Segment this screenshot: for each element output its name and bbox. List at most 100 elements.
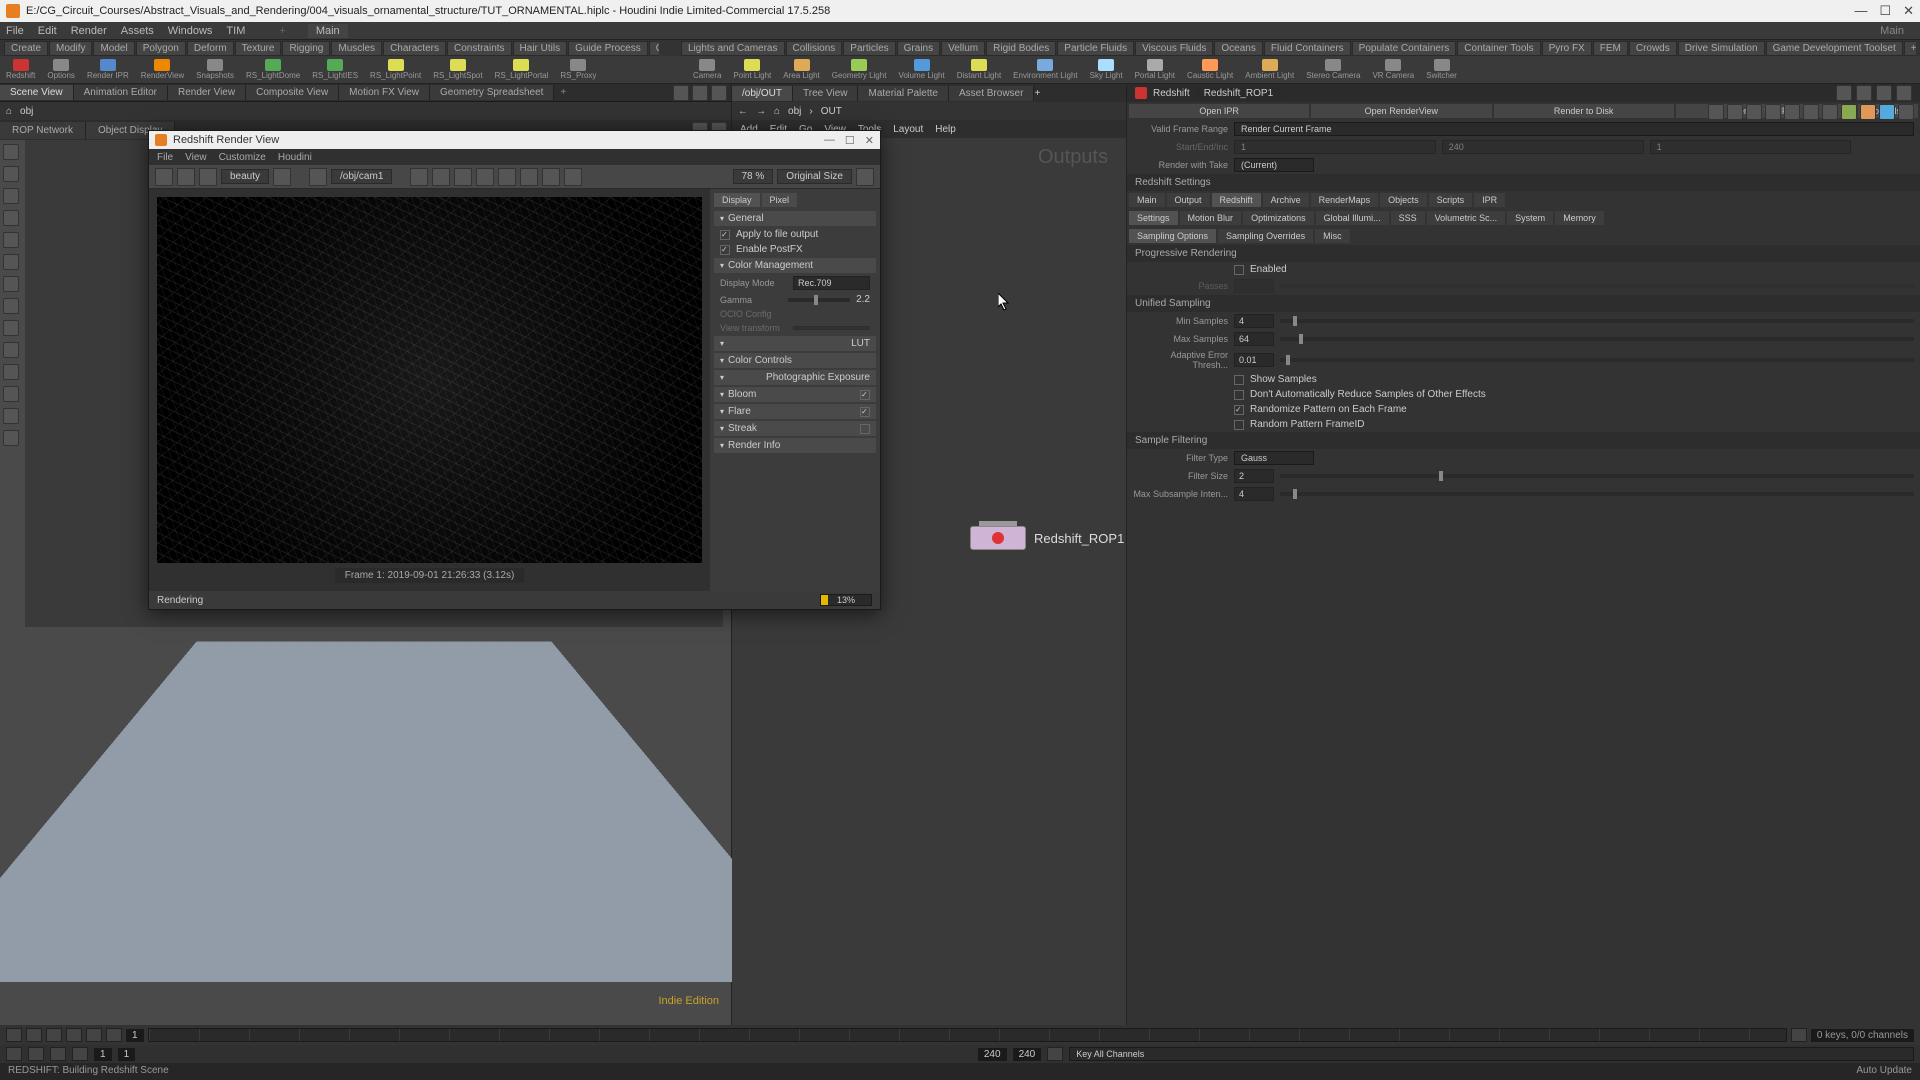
add-pane-tab[interactable]: + — [554, 85, 572, 100]
rv-lock-icon[interactable] — [309, 168, 327, 186]
shelf-tool[interactable]: Sky Light — [1090, 59, 1123, 80]
param-subtab2[interactable]: Sampling Options — [1129, 229, 1216, 243]
rv-tool-icon[interactable] — [542, 168, 560, 186]
shelf-tool[interactable]: Environment Light — [1013, 59, 1077, 80]
streak-section[interactable]: Streak — [714, 421, 876, 436]
shelf-tool[interactable]: RS_LightPoint — [370, 59, 421, 80]
vp-tool-icon[interactable] — [3, 364, 19, 380]
rv-menu[interactable]: View — [185, 152, 207, 163]
filter-size-input[interactable] — [1234, 469, 1274, 483]
rv-side-tab[interactable]: Display — [714, 193, 760, 207]
menu-tim[interactable]: TIM — [226, 25, 245, 37]
rv-refresh-icon[interactable] — [199, 168, 217, 186]
auto-update-toggle[interactable]: Auto Update — [1856, 1065, 1912, 1078]
shelf-tool[interactable]: Camera — [693, 59, 721, 80]
param-subtab2[interactable]: Sampling Overrides — [1218, 229, 1313, 243]
shelf-tab[interactable]: Constraints — [447, 41, 512, 56]
menu-file[interactable]: File — [6, 25, 24, 37]
vp-tool-icon[interactable] — [3, 254, 19, 270]
shelf-tab[interactable]: Modify — [49, 41, 92, 56]
param-subtab[interactable]: System — [1507, 211, 1553, 225]
first-frame-icon[interactable] — [6, 1028, 22, 1042]
vp-tool-icon[interactable] — [3, 386, 19, 402]
param-tab[interactable]: Main — [1129, 193, 1165, 207]
param-subtab[interactable]: Settings — [1129, 211, 1178, 225]
rv-menu[interactable]: File — [157, 152, 173, 163]
pane-tab[interactable]: Geometry Spreadsheet — [430, 85, 554, 100]
shelf-tool[interactable]: RS_LightSpot — [433, 59, 482, 80]
vp-tool-icon[interactable] — [3, 298, 19, 314]
net-pane-tab[interactable]: Tree View — [793, 86, 858, 101]
valid-frame-select[interactable]: Render Current Frame — [1234, 122, 1914, 136]
shelf-tab[interactable]: Hair Utils — [513, 41, 568, 56]
tl-opt-icon[interactable] — [6, 1047, 22, 1061]
lut-section[interactable]: LUT — [714, 336, 876, 351]
help-icon[interactable] — [1896, 85, 1912, 101]
min-samples-input[interactable] — [1234, 314, 1274, 328]
shelf-tab[interactable]: Particles — [843, 41, 895, 56]
color-controls-section[interactable]: Color Controls — [714, 353, 876, 368]
dont-auto-checkbox[interactable] — [1234, 390, 1244, 400]
shelf-tab[interactable]: Muscles — [331, 41, 382, 56]
range-start2[interactable]: 1 — [118, 1048, 136, 1061]
range-start[interactable]: 1 — [94, 1048, 112, 1061]
home-icon[interactable]: ⌂ — [6, 106, 12, 117]
pane-tab[interactable]: Composite View — [246, 85, 339, 100]
pane-icon[interactable] — [711, 85, 727, 101]
shelf-tab[interactable]: Game Development Toolset — [1766, 41, 1903, 56]
select-tool-icon[interactable] — [3, 144, 19, 160]
display-mode-select[interactable]: Rec.709 — [793, 276, 870, 290]
vp-tool-icon[interactable] — [3, 430, 19, 446]
param-subtab[interactable]: Volumetric Sc... — [1427, 211, 1506, 225]
pane-tab[interactable]: Motion FX View — [339, 85, 430, 100]
shelf-tab[interactable]: Crowds — [1629, 41, 1677, 56]
randomize-checkbox[interactable] — [1234, 405, 1244, 415]
timeline-track[interactable] — [148, 1028, 1787, 1042]
rv-bucket-icon[interactable] — [520, 168, 538, 186]
param-tab[interactable]: IPR — [1474, 193, 1505, 207]
net-display-icon[interactable] — [1708, 104, 1724, 120]
rv-crop-icon[interactable] — [498, 168, 516, 186]
shelf-tab[interactable]: Deform — [187, 41, 234, 56]
shelf-tool[interactable]: Ambient Light — [1245, 59, 1294, 80]
play-icon[interactable] — [66, 1028, 82, 1042]
shelf-tool[interactable]: Area Light — [783, 59, 819, 80]
scale-tool-icon[interactable] — [3, 210, 19, 226]
shelf-tool[interactable]: Snapshots — [196, 59, 234, 80]
zoom-field[interactable]: 78 % — [733, 169, 774, 184]
net-path-seg[interactable]: OUT — [821, 106, 842, 117]
pane-tab[interactable]: Scene View — [0, 85, 74, 100]
net-display-icon[interactable] — [1841, 104, 1857, 120]
param-tab[interactable]: Scripts — [1429, 193, 1473, 207]
move-tool-icon[interactable] — [3, 166, 19, 182]
rv-grid2-icon[interactable] — [432, 168, 450, 186]
max-samples-input[interactable] — [1234, 332, 1274, 346]
rv-grid-icon[interactable] — [410, 168, 428, 186]
photo-section[interactable]: Photographic Exposure — [714, 370, 876, 385]
rv-close-icon[interactable]: ✕ — [865, 134, 874, 147]
net-pane-tab[interactable]: /obj/OUT — [732, 86, 793, 101]
desktop-selector[interactable]: Main — [308, 24, 348, 38]
net-display-icon[interactable] — [1784, 104, 1800, 120]
shelf-tab[interactable]: Polygon — [136, 41, 186, 56]
key-icon[interactable] — [1047, 1047, 1063, 1061]
net-display-icon[interactable] — [1822, 104, 1838, 120]
net-menu[interactable]: Layout — [893, 124, 923, 135]
range-end[interactable]: 240 — [978, 1048, 1007, 1061]
param-tab[interactable]: Output — [1167, 193, 1210, 207]
rv-grid3-icon[interactable] — [454, 168, 472, 186]
shelf-tab[interactable]: Collisions — [786, 41, 843, 56]
shelf-tab[interactable]: Texture — [235, 41, 282, 56]
aov-select[interactable]: beauty — [221, 169, 269, 184]
pin-icon[interactable] — [1856, 85, 1872, 101]
net-display-icon[interactable] — [1746, 104, 1762, 120]
net-pane-tab[interactable]: Asset Browser — [949, 86, 1034, 101]
prev-keyframe-icon[interactable] — [26, 1028, 42, 1042]
net-display-icon[interactable] — [1879, 104, 1895, 120]
net-pane-tab[interactable]: Material Palette — [858, 86, 948, 101]
shelf-tool[interactable]: RenderView — [141, 59, 184, 80]
bloom-section[interactable]: Bloom — [714, 387, 876, 402]
shelf-tool[interactable]: Caustic Light — [1187, 59, 1233, 80]
render-info-section[interactable]: Render Info — [714, 438, 876, 453]
shelf-tab[interactable]: Populate Containers — [1352, 41, 1457, 56]
